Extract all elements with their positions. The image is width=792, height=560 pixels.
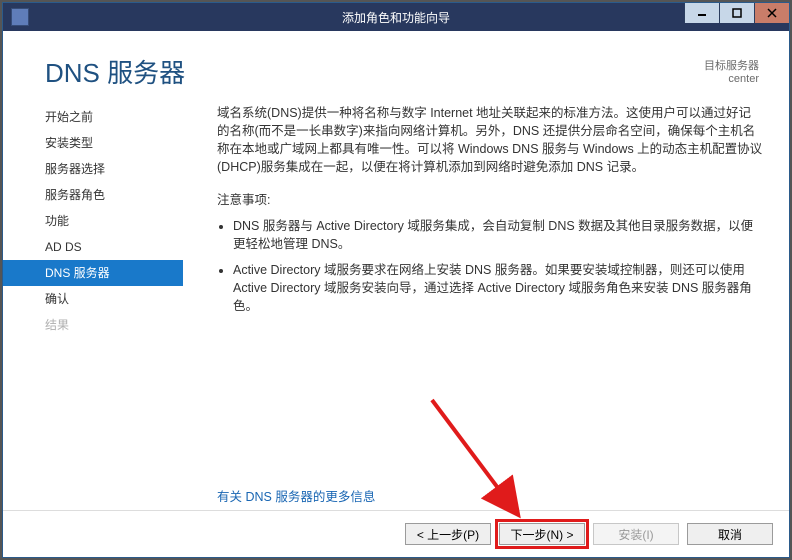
minimize-button[interactable] bbox=[684, 3, 719, 23]
app-icon bbox=[11, 8, 29, 26]
notes-bullet-0: DNS 服务器与 Active Directory 域服务集成，会自动复制 DN… bbox=[233, 217, 763, 253]
titlebar: 添加角色和功能向导 bbox=[3, 3, 789, 31]
notes-list: DNS 服务器与 Active Directory 域服务集成，会自动复制 DN… bbox=[233, 217, 763, 316]
sidebar-item-1[interactable]: 安装类型 bbox=[3, 130, 183, 156]
notes-title: 注意事项: bbox=[217, 191, 763, 209]
sidebar-item-0[interactable]: 开始之前 bbox=[3, 104, 183, 130]
sidebar-item-3[interactable]: 服务器角色 bbox=[3, 182, 183, 208]
window-controls bbox=[684, 3, 789, 23]
maximize-button[interactable] bbox=[719, 3, 754, 23]
cancel-button[interactable]: 取消 bbox=[687, 523, 773, 545]
close-icon bbox=[767, 8, 777, 18]
notes-bullet-1: Active Directory 域服务要求在网络上安装 DNS 服务器。如果要… bbox=[233, 261, 763, 315]
window-title: 添加角色和功能向导 bbox=[3, 9, 789, 26]
sidebar-item-5[interactable]: AD DS bbox=[3, 234, 183, 260]
sidebar-item-6[interactable]: DNS 服务器 bbox=[3, 260, 183, 286]
description-text: 域名系统(DNS)提供一种将名称与数字 Internet 地址关联起来的标准方法… bbox=[217, 104, 763, 177]
minimize-icon bbox=[697, 8, 707, 18]
sidebar-item-2[interactable]: 服务器选择 bbox=[3, 156, 183, 182]
sidebar-item-8: 结果 bbox=[3, 312, 183, 338]
target-server-value: center bbox=[704, 73, 759, 85]
sidebar-item-4[interactable]: 功能 bbox=[3, 208, 183, 234]
page-title: DNS 服务器 bbox=[45, 53, 185, 90]
content-pane: 域名系统(DNS)提供一种将名称与数字 Internet 地址关联起来的标准方法… bbox=[183, 100, 789, 510]
next-button[interactable]: 下一步(N) > bbox=[499, 523, 585, 545]
wizard-footer: < 上一步(P) 下一步(N) > 安装(I) 取消 bbox=[3, 510, 789, 557]
previous-button[interactable]: < 上一步(P) bbox=[405, 523, 491, 545]
target-server-label: 目标服务器 bbox=[704, 57, 759, 73]
maximize-icon bbox=[732, 8, 742, 18]
wizard-header: DNS 服务器 目标服务器 center bbox=[3, 31, 789, 100]
more-info-link[interactable]: 有关 DNS 服务器的更多信息 bbox=[217, 488, 375, 506]
sidebar-item-7[interactable]: 确认 bbox=[3, 286, 183, 312]
close-button[interactable] bbox=[754, 3, 789, 23]
wizard-window: 添加角色和功能向导 DNS 服务器 目标服务器 center 开始之前安装类型服… bbox=[2, 2, 790, 558]
install-button: 安装(I) bbox=[593, 523, 679, 545]
target-server-block: 目标服务器 center bbox=[704, 53, 759, 85]
sidebar: 开始之前安装类型服务器选择服务器角色功能AD DSDNS 服务器确认结果 bbox=[3, 100, 183, 510]
wizard-body: 开始之前安装类型服务器选择服务器角色功能AD DSDNS 服务器确认结果 域名系… bbox=[3, 100, 789, 510]
